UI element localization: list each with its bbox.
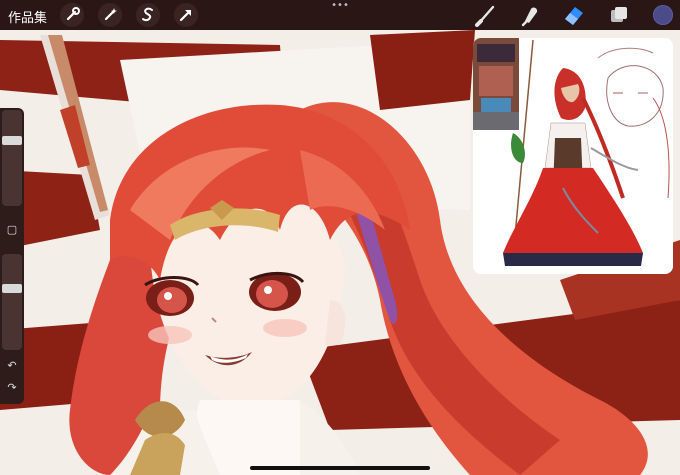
side-toolbar: ▢ ↶ ↷ [0, 108, 24, 404]
selection-icon[interactable] [136, 3, 160, 27]
brush-size-slider[interactable] [2, 110, 22, 206]
opacity-thumb[interactable] [2, 284, 22, 294]
reference-window[interactable] [473, 38, 673, 274]
undo-icon[interactable]: ↶ [2, 356, 22, 376]
magic-wand-icon[interactable] [98, 3, 122, 27]
reference-image [473, 38, 673, 274]
transform-arrow-icon[interactable] [174, 3, 198, 27]
smudge-icon[interactable] [517, 3, 543, 27]
layers-icon[interactable] [606, 3, 632, 27]
opacity-slider[interactable] [2, 254, 22, 350]
more-options-icon[interactable]: ••• [330, 1, 350, 11]
top-toolbar: 作品集 ••• [0, 0, 680, 30]
redo-icon[interactable]: ↷ [2, 378, 22, 398]
modify-button[interactable]: ▢ [2, 220, 22, 240]
wrench-icon[interactable] [60, 3, 84, 27]
brush-size-thumb[interactable] [2, 136, 22, 146]
home-indicator [250, 466, 430, 470]
eraser-icon[interactable] [561, 3, 587, 27]
brush-icon[interactable] [473, 3, 499, 27]
gallery-button[interactable]: 作品集 [8, 7, 47, 26]
color-picker-swatch[interactable] [653, 5, 673, 25]
